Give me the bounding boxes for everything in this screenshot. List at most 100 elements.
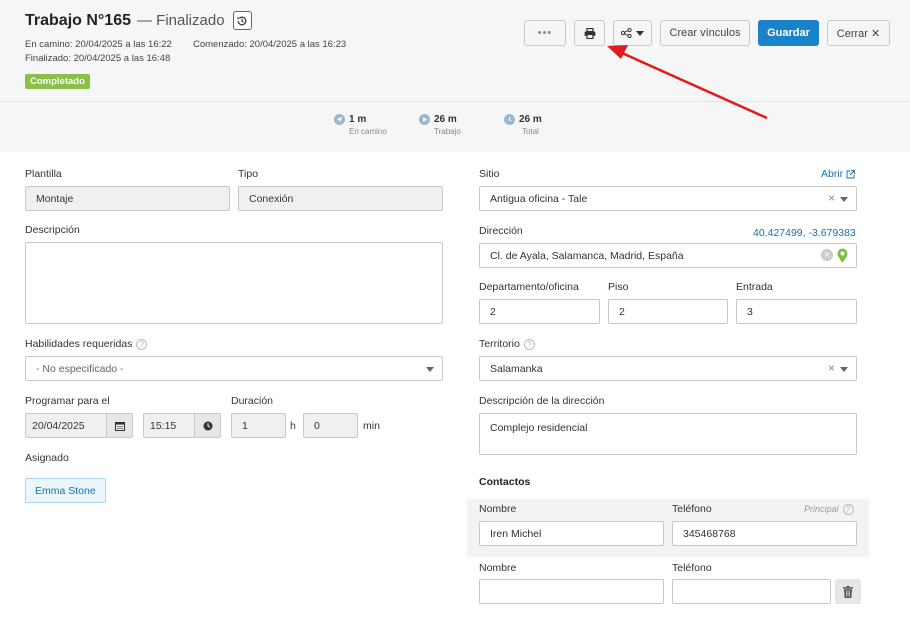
job-title: Trabajo N°165 xyxy=(25,11,131,29)
more-button[interactable]: ••• xyxy=(524,20,566,46)
contact-name-input-2[interactable] xyxy=(479,579,664,604)
address-input[interactable]: Cl. de Ayala, Salamanca, Madrid, España … xyxy=(479,243,857,268)
title-row: Trabajo N°165 — Finalizado xyxy=(25,11,252,30)
schedule-date-value: 20/04/2025 xyxy=(32,419,85,432)
clear-icon[interactable]: × xyxy=(828,191,835,205)
assignee-chip[interactable]: Emma Stone xyxy=(25,478,106,503)
chevron-down-icon xyxy=(840,367,848,372)
skills-select[interactable]: - No especificado - xyxy=(25,356,443,381)
skills-label: Habilidades requeridas? xyxy=(25,338,148,350)
stat-on-way: 1 m En camino xyxy=(334,114,387,136)
stat-work: 26 m Trabajo xyxy=(419,114,461,136)
job-header: Trabajo N°165 — Finalizado En camino: 20… xyxy=(0,0,910,102)
department-label: Departamento/oficina xyxy=(479,281,579,293)
duration-label: Duración xyxy=(231,395,274,407)
schedule-date-input[interactable]: 20/04/2025 xyxy=(25,413,133,438)
address-label: Dirección xyxy=(479,225,523,237)
print-icon xyxy=(584,27,595,39)
duration-minutes-input[interactable]: 0 xyxy=(303,413,358,438)
stat-total: 26 m Total xyxy=(504,114,542,136)
description-textarea[interactable] xyxy=(25,242,443,324)
contact-name-label: Nombre xyxy=(479,503,517,515)
territory-label: Territorio? xyxy=(479,338,535,350)
stat-work-label: Trabajo xyxy=(434,127,461,136)
address-desc-textarea[interactable]: Complejo residencial xyxy=(479,413,857,455)
type-label: Tipo xyxy=(238,168,259,180)
department-input[interactable]: 2 xyxy=(479,299,600,324)
entrance-label: Entrada xyxy=(736,281,773,293)
address-value: Cl. de Ayala, Salamanca, Madrid, España xyxy=(490,249,684,262)
history-icon[interactable] xyxy=(232,11,252,30)
clock-icon[interactable] xyxy=(194,414,220,437)
open-site-link[interactable]: Abrir xyxy=(821,168,856,180)
stat-work-value: 26 m xyxy=(434,114,457,125)
print-button[interactable] xyxy=(574,20,605,46)
coordinates-link[interactable]: 40.427499, -3.679383 xyxy=(753,227,856,239)
schedule-time-value: 15:15 xyxy=(150,419,177,432)
map-pin-icon[interactable] xyxy=(837,248,848,263)
department-value: 2 xyxy=(490,305,496,318)
chevron-down-icon xyxy=(636,30,644,36)
share-dropdown-button[interactable] xyxy=(613,20,652,46)
stat-total-value: 26 m xyxy=(519,114,542,125)
contact-name-label-2: Nombre xyxy=(479,562,517,574)
entrance-input[interactable]: 3 xyxy=(736,299,857,324)
help-icon[interactable]: ? xyxy=(523,338,535,350)
territory-label-text: Territorio xyxy=(479,338,520,350)
delete-contact-button[interactable] xyxy=(835,579,861,604)
external-link-icon xyxy=(846,169,856,178)
status-badge: Completado xyxy=(25,74,90,89)
save-button[interactable]: Guardar xyxy=(758,20,819,46)
help-icon[interactable]: ? xyxy=(136,338,148,350)
floor-input[interactable]: 2 xyxy=(608,299,728,324)
contact-phone-value: 345468768 xyxy=(683,527,736,540)
help-icon[interactable]: ? xyxy=(842,504,854,516)
share-icon xyxy=(621,28,632,38)
address-desc-label: Descripción de la dirección xyxy=(479,395,605,407)
started-time: Comenzado: 20/04/2025 a las 16:23 xyxy=(193,39,347,50)
duration-hours-input[interactable]: 1 xyxy=(231,413,286,438)
skills-value: - No especificado - xyxy=(36,362,124,375)
territory-select[interactable]: Salamanka × xyxy=(479,356,857,381)
assigned-label: Asignado xyxy=(25,452,69,464)
site-select[interactable]: Antigua oficina - Tale × xyxy=(479,186,857,211)
trash-icon xyxy=(843,585,853,598)
contact-name-input[interactable]: Iren Michel xyxy=(479,521,664,546)
contact-phone-label: Teléfono xyxy=(672,503,712,515)
navigation-icon xyxy=(334,114,345,125)
contacts-title: Contactos xyxy=(479,476,531,488)
description-label: Descripción xyxy=(25,224,80,236)
site-label: Sitio xyxy=(479,168,500,180)
stat-on-way-label: En camino xyxy=(349,127,387,136)
schedule-time-input[interactable]: 15:15 xyxy=(143,413,221,438)
principal-label: Principal? xyxy=(804,504,854,516)
calendar-icon[interactable] xyxy=(106,414,132,437)
chevron-down-icon xyxy=(840,197,848,202)
clear-icon[interactable]: × xyxy=(828,361,835,375)
history-icon-glyph xyxy=(237,16,247,25)
contact-phone-input[interactable]: 345468768 xyxy=(672,521,857,546)
stat-on-way-value: 1 m xyxy=(349,114,367,125)
stat-total-label: Total xyxy=(521,127,539,136)
play-icon xyxy=(419,114,430,125)
job-status: — Finalizado xyxy=(137,12,225,29)
floor-label: Piso xyxy=(608,281,629,293)
minutes-unit: min xyxy=(363,420,380,432)
duration-hours-value: 1 xyxy=(242,419,248,432)
time-stats: 1 m En camino 26 m Trabajo 26 m Total xyxy=(0,102,910,152)
hours-unit: h xyxy=(290,420,296,432)
type-field[interactable]: Conexión xyxy=(238,186,443,211)
entrance-value: 3 xyxy=(747,305,753,318)
skills-label-text: Habilidades requeridas xyxy=(25,338,133,350)
duration-minutes-value: 0 xyxy=(314,419,320,432)
clock-icon xyxy=(504,114,515,125)
create-links-button[interactable]: Crear vínculos xyxy=(660,20,750,46)
address-desc-value: Complejo residencial xyxy=(490,422,588,434)
close-button[interactable]: Cerrar ✕ xyxy=(827,20,890,46)
template-label: Plantilla xyxy=(25,168,62,180)
template-field[interactable]: Montaje xyxy=(25,186,230,211)
contact-phone-input-2[interactable] xyxy=(672,579,831,604)
clear-icon[interactable]: × xyxy=(821,249,833,261)
floor-value: 2 xyxy=(619,305,625,318)
contact-phone-label-2: Teléfono xyxy=(672,562,712,574)
